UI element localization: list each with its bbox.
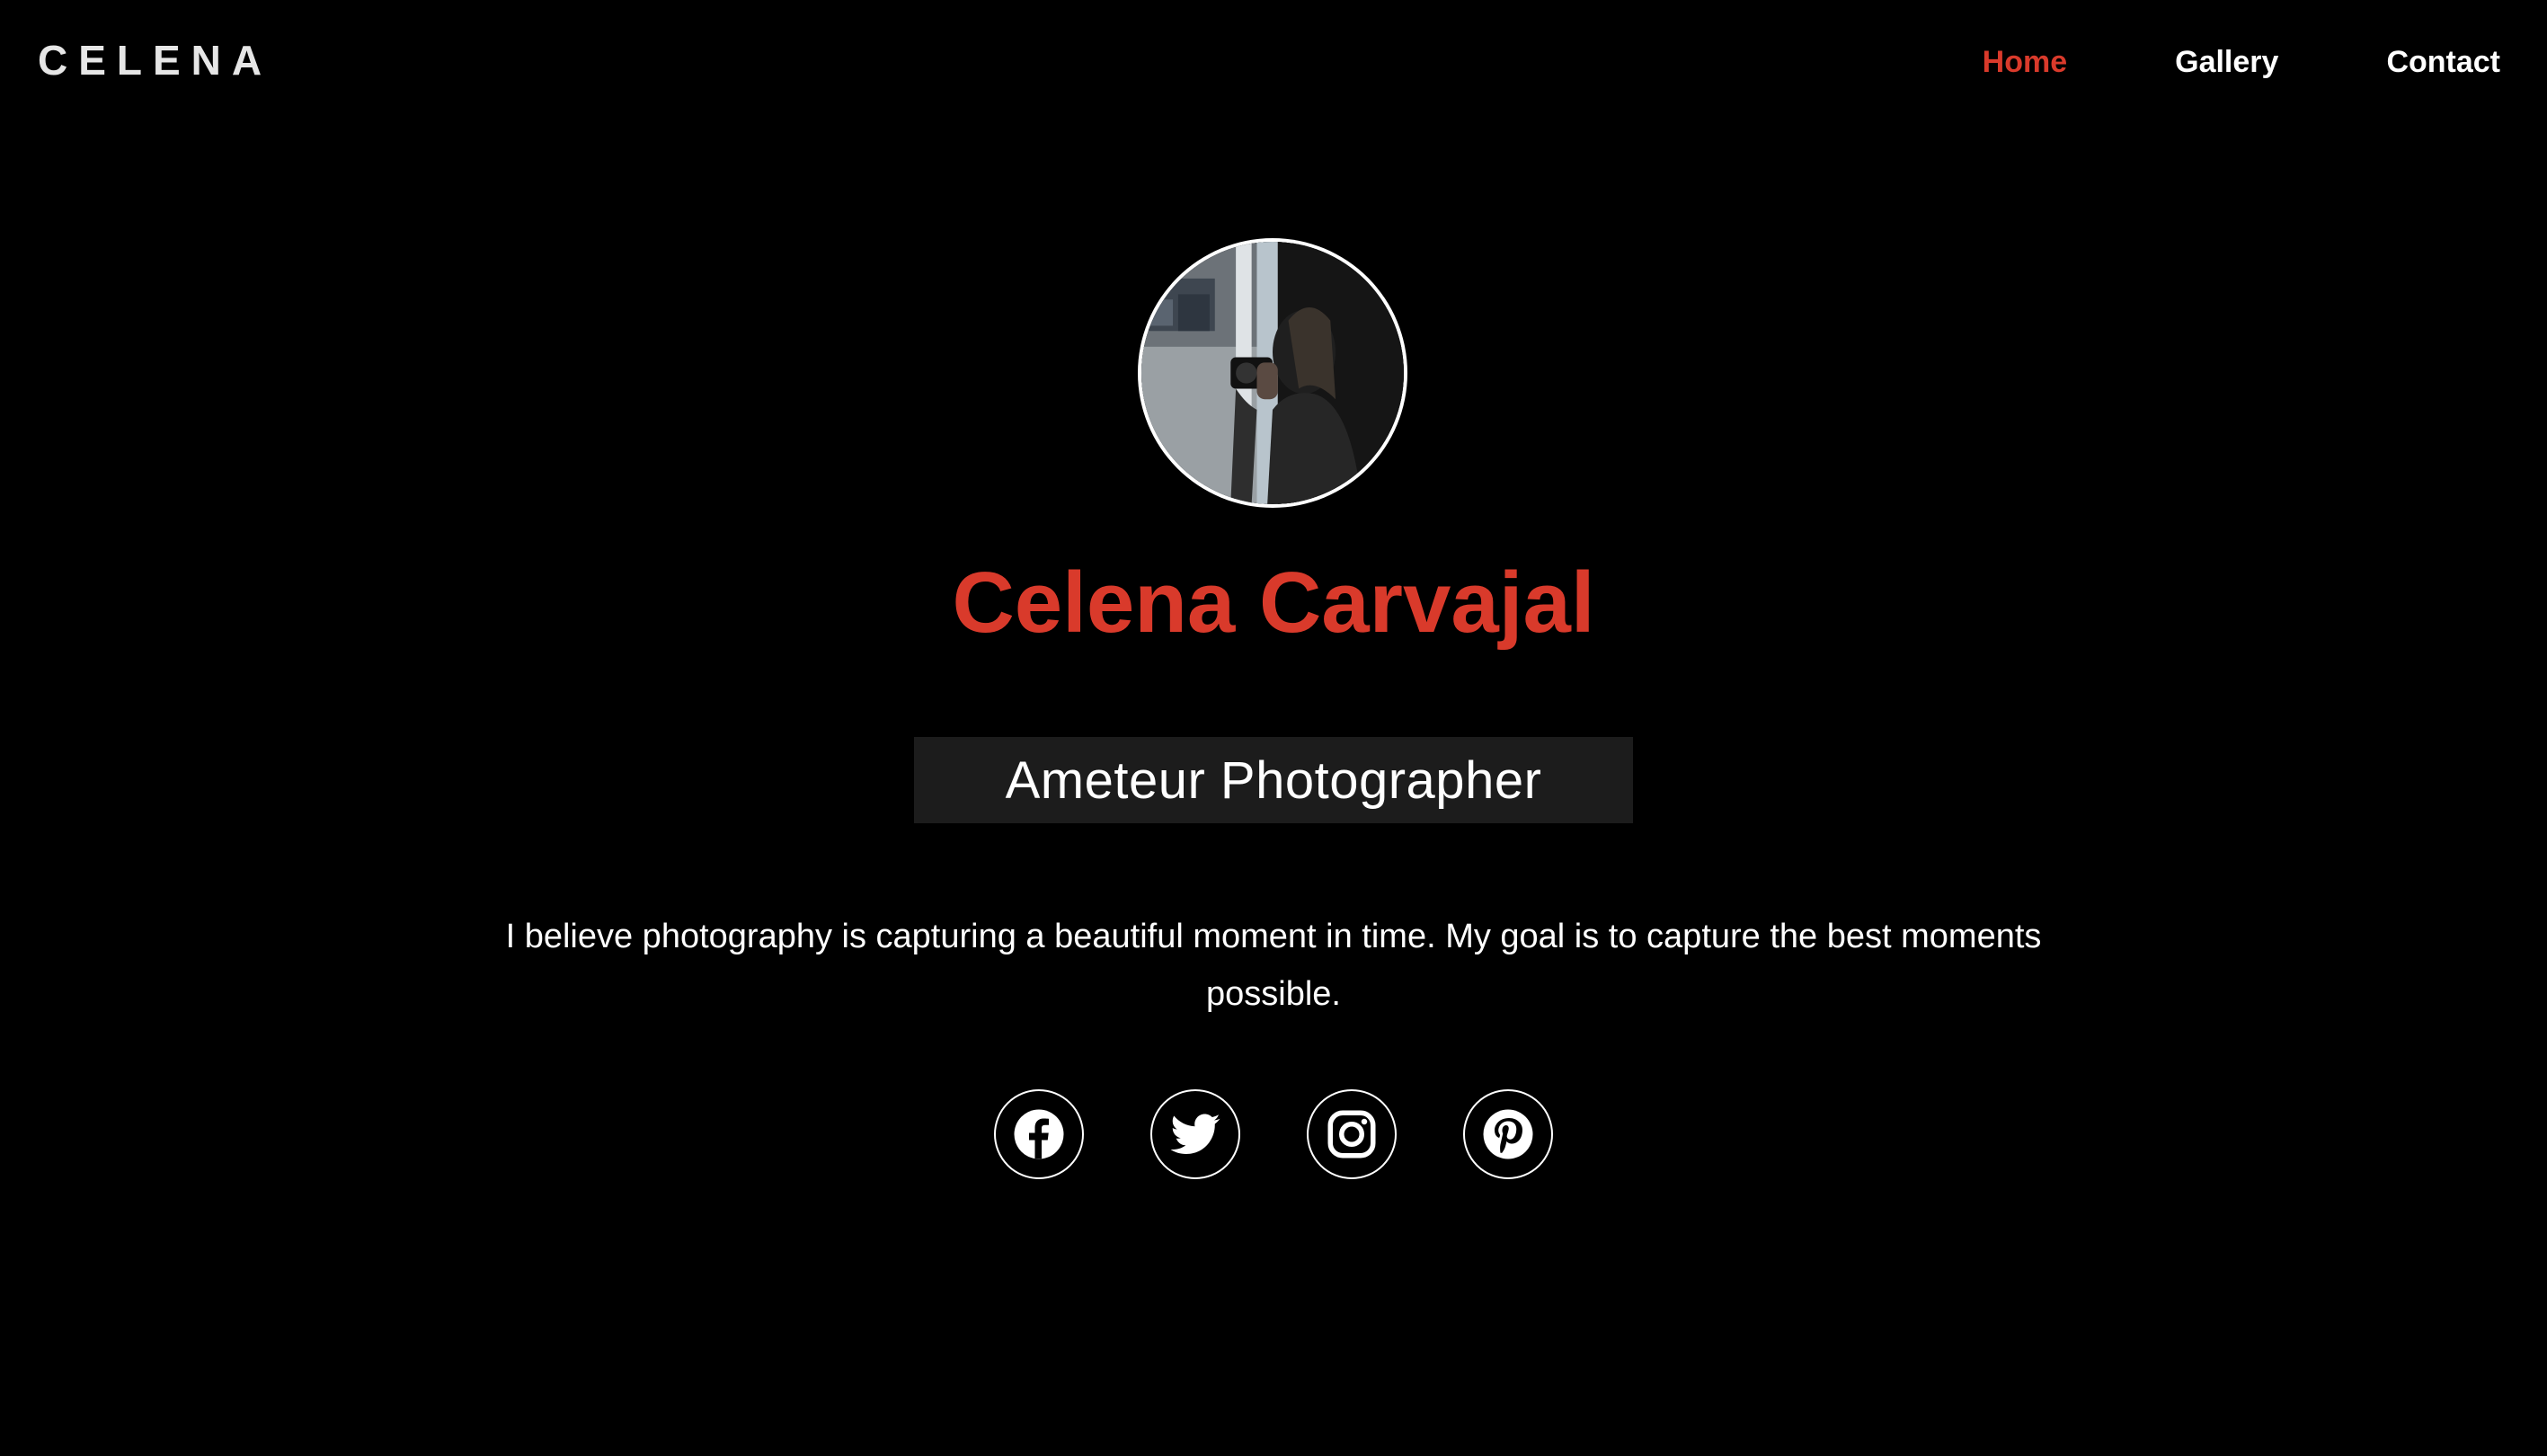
nav-link-gallery[interactable]: Gallery <box>2175 47 2278 77</box>
instagram-icon <box>1327 1110 1376 1159</box>
avatar <box>1138 238 1407 508</box>
facebook-icon <box>1014 1109 1064 1159</box>
social-links <box>0 1089 2547 1179</box>
twitter-icon <box>1170 1114 1220 1154</box>
role-badge: Ameteur Photographer <box>914 737 1633 823</box>
site-logo[interactable]: CELENA <box>38 40 272 81</box>
pinterest-link[interactable] <box>1463 1089 1553 1179</box>
facebook-link[interactable] <box>994 1089 1084 1179</box>
instagram-link[interactable] <box>1307 1089 1397 1179</box>
nav-link-home[interactable]: Home <box>1983 47 2067 77</box>
nav-link-contact[interactable]: Contact <box>2386 47 2500 77</box>
avatar-photo <box>1141 242 1404 504</box>
role-label: Ameteur Photographer <box>1005 750 1542 810</box>
bio-text: I believe photography is capturing a bea… <box>505 918 2042 1013</box>
twitter-link[interactable] <box>1150 1089 1240 1179</box>
page: CELENA Home Gallery Contact Celena Carva… <box>0 0 2547 1456</box>
main-nav: Home Gallery Contact <box>1983 47 2500 77</box>
profile-name: Celena Carvajal <box>952 555 1595 651</box>
pinterest-icon <box>1483 1109 1533 1159</box>
avatar-photo-graphic <box>1141 242 1404 504</box>
